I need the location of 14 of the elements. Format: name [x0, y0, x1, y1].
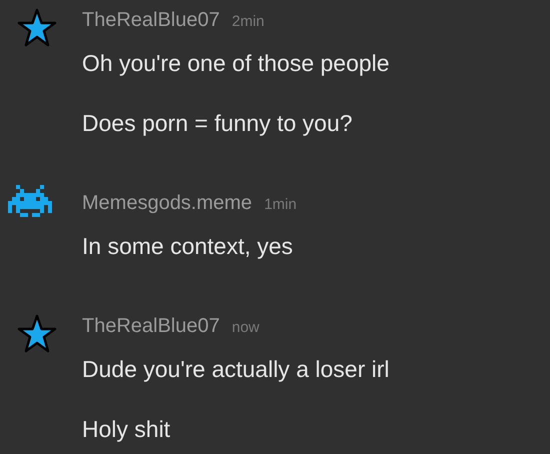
message-text: Does porn = funny to you? [82, 109, 354, 138]
message-text: In some context, yes [82, 232, 294, 261]
star-icon [17, 8, 57, 48]
star-icon [17, 314, 57, 354]
message-text: Dude you're actually a loser irl [82, 355, 390, 384]
username[interactable]: TheRealBlue07 [82, 6, 220, 34]
message-text: Oh you're one of those people [82, 49, 390, 78]
space-invader-icon [8, 185, 52, 217]
timestamp: now [232, 318, 260, 338]
username[interactable]: Memesgods.meme [82, 189, 252, 217]
message-text: Holy shit [82, 415, 172, 444]
username[interactable]: TheRealBlue07 [82, 312, 220, 340]
timestamp: 1min [264, 195, 297, 215]
timestamp: 2min [232, 12, 264, 32]
